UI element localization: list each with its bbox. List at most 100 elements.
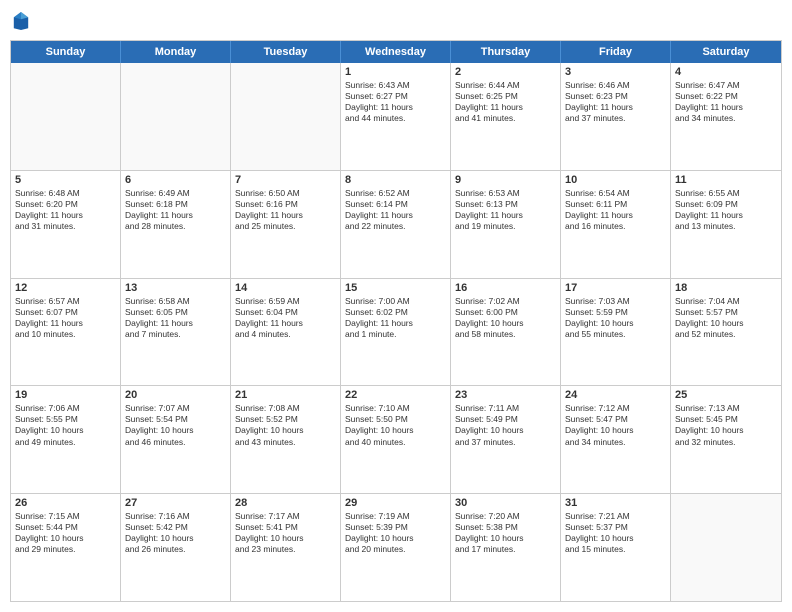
week-row-1: 1 Sunrise: 6:43 AM Sunset: 6:27 PM Daylig… (11, 63, 781, 171)
cal-cell: 8 Sunrise: 6:52 AM Sunset: 6:14 PM Daylig… (341, 171, 451, 278)
weekday-header-sunday: Sunday (11, 41, 121, 63)
cell-info: Sunrise: 6:58 AM Sunset: 6:05 PM Dayligh… (125, 296, 226, 340)
cell-info: Sunrise: 7:12 AM Sunset: 5:47 PM Dayligh… (565, 403, 666, 447)
week-row-4: 19 Sunrise: 7:06 AM Sunset: 5:55 PM Dayli… (11, 386, 781, 494)
day-number: 9 (455, 174, 556, 186)
cal-cell: 20Sunrise: 7:07 AM Sunset: 5:54 PM Dayli… (121, 386, 231, 493)
day-number: 21 (235, 389, 336, 401)
weekday-header-saturday: Saturday (671, 41, 781, 63)
weekday-header-friday: Friday (561, 41, 671, 63)
cell-info: Sunrise: 7:13 AM Sunset: 5:45 PM Dayligh… (675, 403, 777, 447)
cell-info: Sunrise: 7:06 AM Sunset: 5:55 PM Dayligh… (15, 403, 116, 447)
cal-cell: 27 Sunrise: 7:16 AM Sunset: 5:42 PM Dayli… (121, 494, 231, 601)
cell-info: Sunrise: 6:53 AM Sunset: 6:13 PM Dayligh… (455, 188, 556, 232)
cal-cell: 30Sunrise: 7:20 AM Sunset: 5:38 PM Dayli… (451, 494, 561, 601)
cal-cell: 17Sunrise: 7:03 AM Sunset: 5:59 PM Dayli… (561, 279, 671, 386)
day-number: 27 (125, 497, 226, 509)
cal-cell: 23 Sunrise: 7:11 AM Sunset: 5:49 PM Dayli… (451, 386, 561, 493)
cell-info: Sunrise: 7:00 AM Sunset: 6:02 PM Dayligh… (345, 296, 446, 340)
cal-cell: 4Sunrise: 6:47 AM Sunset: 6:22 PM Daylig… (671, 63, 781, 170)
weekday-header-tuesday: Tuesday (231, 41, 341, 63)
cell-info: Sunrise: 6:44 AM Sunset: 6:25 PM Dayligh… (455, 80, 556, 124)
cal-cell (11, 63, 121, 170)
cal-cell: 9 Sunrise: 6:53 AM Sunset: 6:13 PM Daylig… (451, 171, 561, 278)
cell-info: Sunrise: 6:43 AM Sunset: 6:27 PM Dayligh… (345, 80, 446, 124)
cal-cell: 31 Sunrise: 7:21 AM Sunset: 5:37 PM Dayli… (561, 494, 671, 601)
cell-info: Sunrise: 7:21 AM Sunset: 5:37 PM Dayligh… (565, 511, 666, 555)
weekday-header-monday: Monday (121, 41, 231, 63)
cal-cell: 19 Sunrise: 7:06 AM Sunset: 5:55 PM Dayli… (11, 386, 121, 493)
weekday-header-wednesday: Wednesday (341, 41, 451, 63)
cell-info: Sunrise: 7:10 AM Sunset: 5:50 PM Dayligh… (345, 403, 446, 447)
cell-info: Sunrise: 7:16 AM Sunset: 5:42 PM Dayligh… (125, 511, 226, 555)
day-number: 17 (565, 282, 666, 294)
day-number: 1 (345, 66, 446, 78)
cal-cell: 15 Sunrise: 7:00 AM Sunset: 6:02 PM Dayli… (341, 279, 451, 386)
cell-info: Sunrise: 6:55 AM Sunset: 6:09 PM Dayligh… (675, 188, 777, 232)
cell-info: Sunrise: 7:17 AM Sunset: 5:41 PM Dayligh… (235, 511, 336, 555)
day-number: 6 (125, 174, 226, 186)
day-number: 31 (565, 497, 666, 509)
cell-info: Sunrise: 7:15 AM Sunset: 5:44 PM Dayligh… (15, 511, 116, 555)
cell-info: Sunrise: 7:08 AM Sunset: 5:52 PM Dayligh… (235, 403, 336, 447)
day-number: 12 (15, 282, 116, 294)
day-number: 23 (455, 389, 556, 401)
cell-info: Sunrise: 6:50 AM Sunset: 6:16 PM Dayligh… (235, 188, 336, 232)
cal-cell: 13 Sunrise: 6:58 AM Sunset: 6:05 PM Dayli… (121, 279, 231, 386)
day-number: 19 (15, 389, 116, 401)
day-number: 14 (235, 282, 336, 294)
cal-cell: 12 Sunrise: 6:57 AM Sunset: 6:07 PM Dayli… (11, 279, 121, 386)
cal-cell: 25 Sunrise: 7:13 AM Sunset: 5:45 PM Dayli… (671, 386, 781, 493)
cal-cell: 18 Sunrise: 7:04 AM Sunset: 5:57 PM Dayli… (671, 279, 781, 386)
cell-info: Sunrise: 7:19 AM Sunset: 5:39 PM Dayligh… (345, 511, 446, 555)
week-row-3: 12 Sunrise: 6:57 AM Sunset: 6:07 PM Dayli… (11, 279, 781, 387)
logo (10, 10, 32, 32)
day-number: 8 (345, 174, 446, 186)
cal-cell: 21 Sunrise: 7:08 AM Sunset: 5:52 PM Dayli… (231, 386, 341, 493)
day-number: 3 (565, 66, 666, 78)
cal-cell: 10 Sunrise: 6:54 AM Sunset: 6:11 PM Dayli… (561, 171, 671, 278)
cal-cell: 29Sunrise: 7:19 AM Sunset: 5:39 PM Dayli… (341, 494, 451, 601)
day-number: 15 (345, 282, 446, 294)
calendar-body: 1 Sunrise: 6:43 AM Sunset: 6:27 PM Daylig… (11, 63, 781, 601)
cell-info: Sunrise: 7:04 AM Sunset: 5:57 PM Dayligh… (675, 296, 777, 340)
day-number: 16 (455, 282, 556, 294)
day-number: 25 (675, 389, 777, 401)
day-number: 4 (675, 66, 777, 78)
cal-cell (121, 63, 231, 170)
weekday-header-thursday: Thursday (451, 41, 561, 63)
day-number: 2 (455, 66, 556, 78)
day-number: 18 (675, 282, 777, 294)
cal-cell: 16 Sunrise: 7:02 AM Sunset: 6:00 PM Dayli… (451, 279, 561, 386)
calendar: SundayMondayTuesdayWednesdayThursdayFrid… (10, 40, 782, 602)
calendar-header-row: SundayMondayTuesdayWednesdayThursdayFrid… (11, 41, 781, 63)
cell-info: Sunrise: 7:11 AM Sunset: 5:49 PM Dayligh… (455, 403, 556, 447)
cell-info: Sunrise: 6:49 AM Sunset: 6:18 PM Dayligh… (125, 188, 226, 232)
cal-cell: 22Sunrise: 7:10 AM Sunset: 5:50 PM Dayli… (341, 386, 451, 493)
cal-cell: 2 Sunrise: 6:44 AM Sunset: 6:25 PM Daylig… (451, 63, 561, 170)
cell-info: Sunrise: 6:57 AM Sunset: 6:07 PM Dayligh… (15, 296, 116, 340)
day-number: 13 (125, 282, 226, 294)
week-row-5: 26 Sunrise: 7:15 AM Sunset: 5:44 PM Dayli… (11, 494, 781, 601)
cal-cell: 7Sunrise: 6:50 AM Sunset: 6:16 PM Daylig… (231, 171, 341, 278)
day-number: 24 (565, 389, 666, 401)
cal-cell (671, 494, 781, 601)
cell-info: Sunrise: 6:52 AM Sunset: 6:14 PM Dayligh… (345, 188, 446, 232)
day-number: 28 (235, 497, 336, 509)
cal-cell (231, 63, 341, 170)
day-number: 10 (565, 174, 666, 186)
cell-info: Sunrise: 6:46 AM Sunset: 6:23 PM Dayligh… (565, 80, 666, 124)
day-number: 20 (125, 389, 226, 401)
cal-cell: 3 Sunrise: 6:46 AM Sunset: 6:23 PM Daylig… (561, 63, 671, 170)
cal-cell: 5Sunrise: 6:48 AM Sunset: 6:20 PM Daylig… (11, 171, 121, 278)
logo-icon (12, 10, 30, 32)
day-number: 30 (455, 497, 556, 509)
page: SundayMondayTuesdayWednesdayThursdayFrid… (0, 0, 792, 612)
week-row-2: 5Sunrise: 6:48 AM Sunset: 6:20 PM Daylig… (11, 171, 781, 279)
cal-cell: 14 Sunrise: 6:59 AM Sunset: 6:04 PM Dayli… (231, 279, 341, 386)
cell-info: Sunrise: 6:59 AM Sunset: 6:04 PM Dayligh… (235, 296, 336, 340)
cal-cell: 6 Sunrise: 6:49 AM Sunset: 6:18 PM Daylig… (121, 171, 231, 278)
day-number: 26 (15, 497, 116, 509)
cell-info: Sunrise: 6:54 AM Sunset: 6:11 PM Dayligh… (565, 188, 666, 232)
cell-info: Sunrise: 7:02 AM Sunset: 6:00 PM Dayligh… (455, 296, 556, 340)
